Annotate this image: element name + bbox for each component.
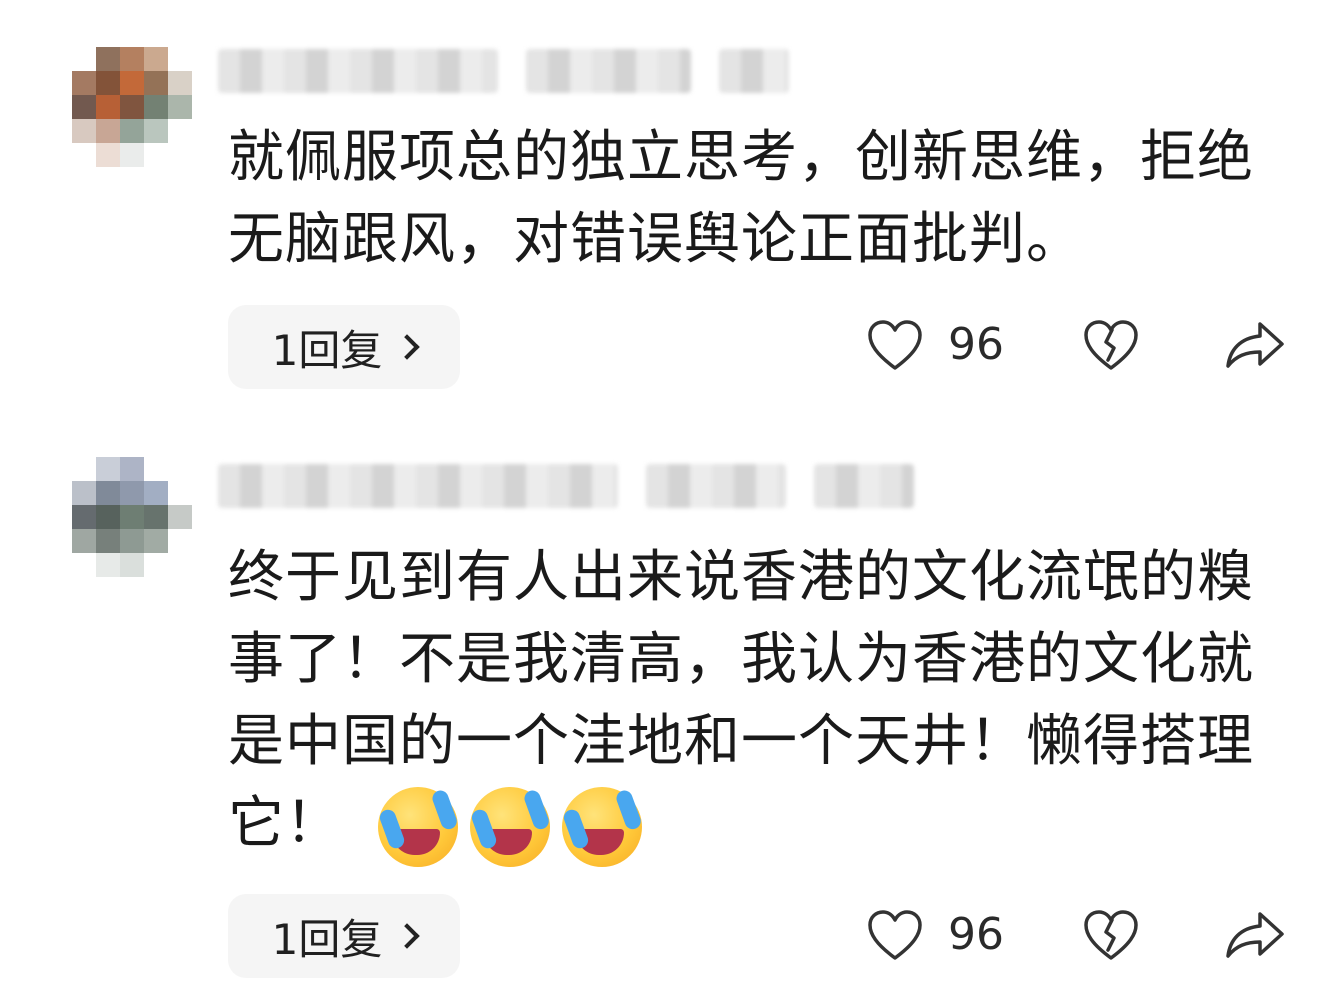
chevron-right-icon: [394, 923, 421, 949]
like-count: 96: [948, 909, 1004, 960]
comment-text: 终于见到有人出来说香港的文化流氓的糗事了！不是我清高，我认为香港的文化就是中国的…: [228, 537, 1268, 867]
reply-count-button[interactable]: 1回复: [228, 894, 460, 978]
avatar[interactable]: [72, 457, 192, 577]
comment-item: 就佩服项总的独立思考，创新思维，拒绝无脑跟风，对错误舆论正面批判。 1回复 96: [0, 0, 1330, 430]
comment-actions: 96: [866, 906, 1306, 966]
crying-laughing-emoji: [562, 786, 642, 867]
share-arrow-icon[interactable]: [1224, 318, 1286, 372]
crying-laughing-emoji: [378, 786, 458, 867]
comment-text-content: 就佩服项总的独立思考，创新思维，拒绝无脑跟风，对错误舆论正面批判。: [228, 125, 1254, 272]
emoji-group: [366, 783, 642, 867]
comment-actions: 96: [866, 316, 1306, 376]
chevron-right-icon: [394, 334, 421, 360]
username-blurred[interactable]: [218, 48, 789, 94]
avatar[interactable]: [72, 47, 192, 167]
reply-count-label: 1回复: [271, 914, 383, 964]
heart-outline-icon[interactable]: [866, 908, 924, 962]
reply-count-button[interactable]: 1回复: [228, 305, 460, 389]
comment-item: 终于见到有人出来说香港的文化流氓的糗事了！不是我清高，我认为香港的文化就是中国的…: [0, 430, 1330, 998]
broken-heart-icon[interactable]: [1082, 908, 1140, 962]
like-count: 96: [948, 319, 1004, 370]
reply-count-label: 1回复: [271, 325, 383, 375]
username-blurred[interactable]: [218, 463, 914, 509]
broken-heart-icon[interactable]: [1082, 318, 1140, 372]
crying-laughing-emoji: [470, 786, 550, 867]
heart-outline-icon[interactable]: [866, 318, 924, 372]
share-arrow-icon[interactable]: [1224, 908, 1286, 962]
comment-text: 就佩服项总的独立思考，创新思维，拒绝无脑跟风，对错误舆论正面批判。: [228, 117, 1268, 281]
